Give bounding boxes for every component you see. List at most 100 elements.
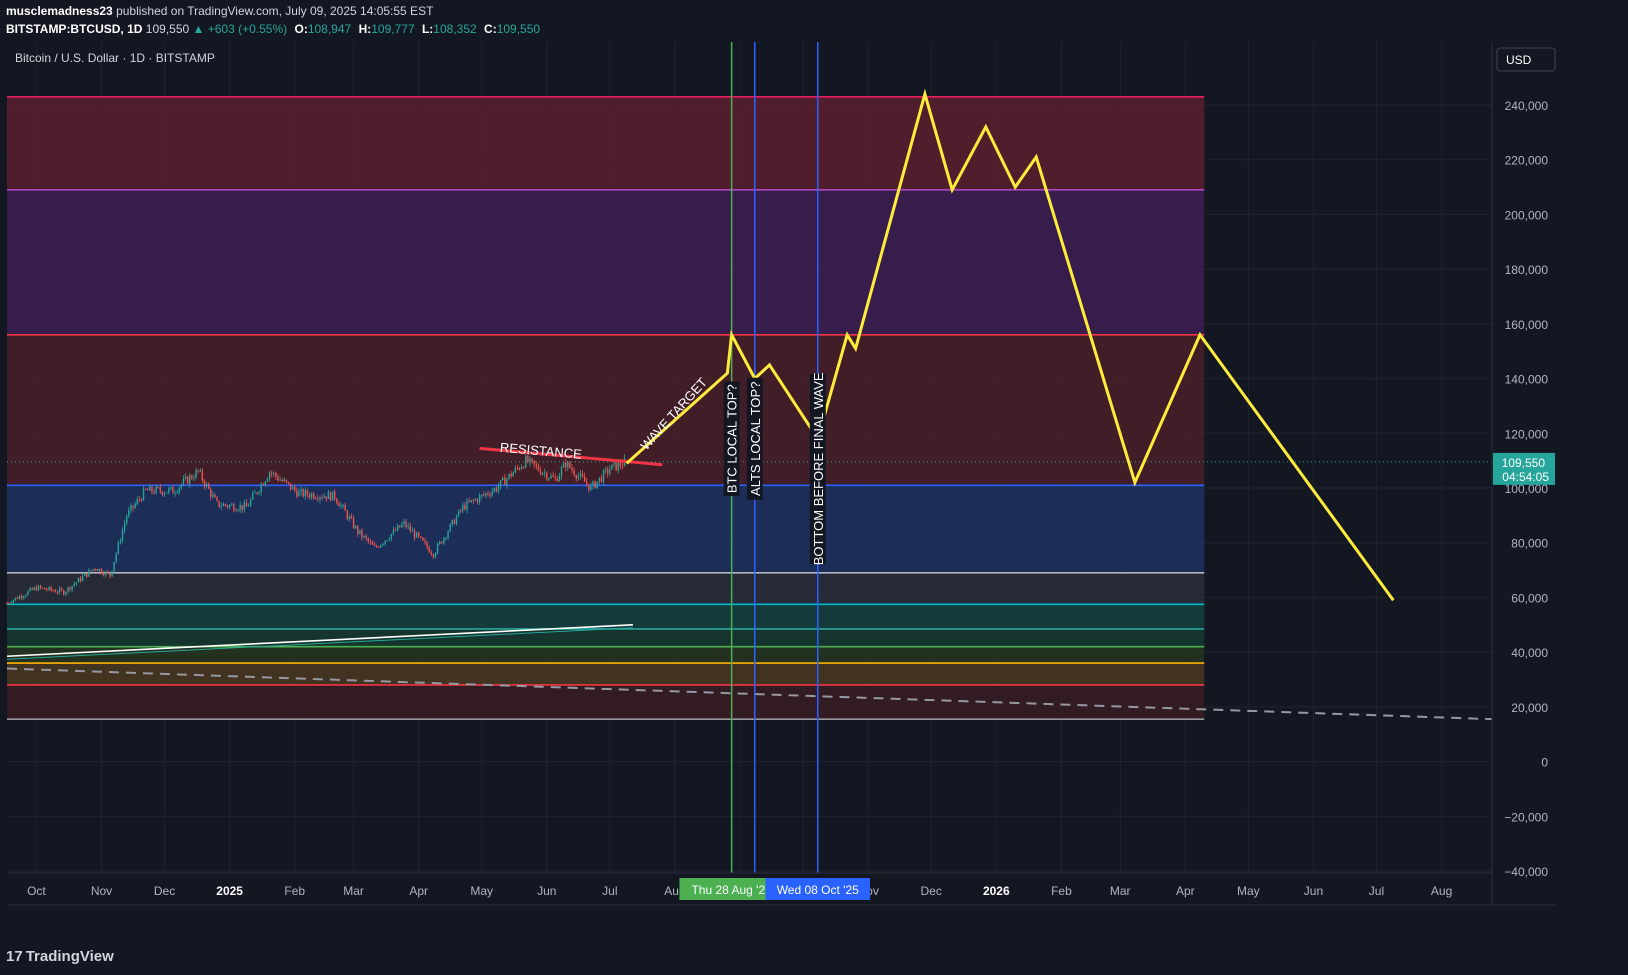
candle-body xyxy=(23,596,25,598)
candle-body xyxy=(197,470,199,472)
candle-body xyxy=(363,535,365,538)
candle-body xyxy=(604,468,607,471)
candle-body xyxy=(472,500,474,502)
candle-body xyxy=(235,510,237,512)
date-badge-label: Thu 28 Aug '25 xyxy=(691,883,772,897)
candle-body xyxy=(510,473,512,477)
candle-body xyxy=(531,458,533,461)
candle-body xyxy=(254,492,256,494)
candle-body xyxy=(558,475,561,482)
candle-body xyxy=(81,576,84,582)
y-tick-label: −40,000 xyxy=(1504,865,1548,879)
x-tick-label: Apr xyxy=(1176,884,1195,898)
candle-body xyxy=(264,481,267,486)
date-badge-label: Wed 08 Oct '25 xyxy=(777,883,859,897)
candle-body xyxy=(417,532,420,537)
candle-body xyxy=(277,476,279,481)
marker-label: BOTTOM BEFORE FINAL WAVE xyxy=(811,372,826,565)
price-chart[interactable]: BTC LOCAL TOP? ALTS LOCAL TOP? BOTTOM BEFO… xyxy=(0,42,1628,940)
candle-body xyxy=(130,505,132,511)
candle-body xyxy=(107,571,109,573)
y-tick-label: 20,000 xyxy=(1511,701,1548,715)
candle-body xyxy=(256,492,258,494)
candle-body xyxy=(153,491,155,494)
symbol-label[interactable]: BITSTAMP:BTCUSD, 1D xyxy=(6,22,142,36)
candle-body xyxy=(333,491,336,499)
candle-body xyxy=(438,541,441,545)
candle-body xyxy=(29,588,31,592)
zone-band xyxy=(7,572,1205,605)
candle-body xyxy=(407,525,409,527)
y-tick-label: 60,000 xyxy=(1511,591,1548,605)
y-tick-label: 240,000 xyxy=(1505,99,1549,113)
candle-body xyxy=(214,494,216,498)
y-tick-label: 40,000 xyxy=(1511,646,1548,660)
ohlc-legend: BITSTAMP:BTCUSD, 1D 109,550 ▲ +603 (+0.5… xyxy=(6,22,540,36)
candle-body xyxy=(54,590,57,593)
candle-body xyxy=(27,591,29,596)
candle-body xyxy=(373,544,376,547)
candle-body xyxy=(10,603,12,605)
candle-body xyxy=(63,590,65,595)
candle-body xyxy=(302,489,304,497)
candle-body xyxy=(270,472,273,474)
candle-body xyxy=(523,467,525,469)
currency-button[interactable]: USD xyxy=(1496,47,1556,72)
candle-body xyxy=(275,472,277,477)
candle-body xyxy=(354,526,357,528)
candle-body xyxy=(499,479,502,487)
candle-body xyxy=(399,525,401,528)
last-price-label: 109,550 xyxy=(1502,456,1546,470)
candle-body xyxy=(35,587,38,591)
candle-body xyxy=(575,475,577,479)
candle-body xyxy=(16,597,19,600)
candle-body xyxy=(105,571,107,576)
vertical-marker-group: BOTTOM BEFORE FINAL WAVE xyxy=(809,372,826,565)
candle-body xyxy=(218,500,220,507)
candle-body xyxy=(273,472,275,474)
low-label: L: xyxy=(421,22,434,36)
candle-body xyxy=(548,478,550,480)
y-tick-label: 220,000 xyxy=(1505,154,1549,168)
author-name[interactable]: musclemadness23 xyxy=(6,4,113,18)
candle-body xyxy=(18,596,21,600)
candle-body xyxy=(432,554,435,558)
candle-body xyxy=(590,485,592,491)
candle-body xyxy=(451,519,453,525)
candle-body xyxy=(396,525,399,531)
y-tick-label: 160,000 xyxy=(1505,318,1549,332)
y-tick-label: 140,000 xyxy=(1505,373,1549,387)
candle-body xyxy=(577,475,580,479)
candle-body xyxy=(195,470,197,479)
candle-body xyxy=(100,568,103,574)
candle-body xyxy=(212,494,214,497)
x-tick-label: Mar xyxy=(343,884,364,898)
candle-body xyxy=(306,490,309,495)
zone-band xyxy=(7,485,1205,573)
zone-band xyxy=(7,628,1205,647)
candle-body xyxy=(459,510,462,512)
candle-body xyxy=(415,532,418,538)
candle-body xyxy=(455,516,458,525)
candle-body xyxy=(413,530,416,538)
candle-body xyxy=(344,505,346,511)
candle-body xyxy=(84,573,86,577)
candle-body xyxy=(128,510,130,517)
candle-body xyxy=(533,460,535,465)
candle-body xyxy=(262,484,264,486)
candle-body xyxy=(552,475,554,478)
candle-body xyxy=(401,524,403,528)
y-tick-label: 0 xyxy=(1541,756,1548,770)
candle-body xyxy=(430,552,432,555)
candle-body xyxy=(592,481,594,486)
candle-body xyxy=(178,487,180,493)
candle-body xyxy=(327,492,330,499)
candle-body xyxy=(489,494,491,496)
candle-body xyxy=(287,481,290,484)
candle-body xyxy=(58,588,61,593)
candle-body xyxy=(520,467,523,470)
candle-body xyxy=(598,477,601,482)
x-tick-label: Jun xyxy=(537,884,556,898)
candle-body xyxy=(388,539,390,541)
tradingview-logo[interactable]: 17 TradingView xyxy=(6,948,114,965)
